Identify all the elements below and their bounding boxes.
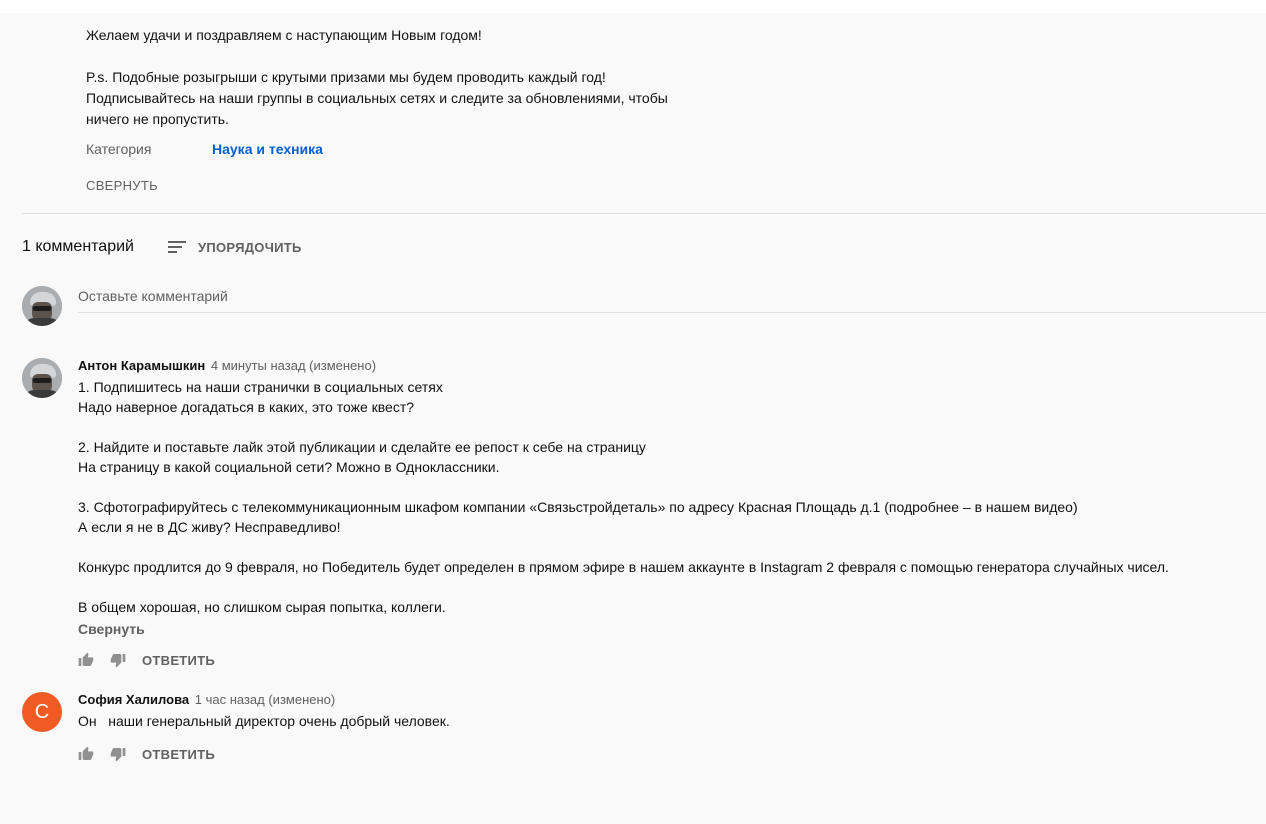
avatar-letter: С (34, 700, 50, 723)
comment-thread: Антон Карамышкин 4 минуты назад (изменен… (78, 357, 1258, 639)
sort-button[interactable]: УПОРЯДОЧИТЬ (167, 239, 302, 255)
comment-thread: София Халилова 1 час назад (изменено) Он… (78, 691, 1258, 731)
current-user-avatar[interactable] (22, 286, 62, 326)
description-line: ничего не пропустить. (86, 111, 229, 127)
category-label: Категория (86, 141, 152, 157)
reply-button[interactable]: ОТВЕТИТЬ (142, 747, 215, 762)
sort-label: УПОРЯДОЧИТЬ (197, 239, 302, 255)
collapse-description-button[interactable]: СВЕРНУТЬ (86, 178, 158, 193)
comment-line: В общем хорошая, но слишком сырая попытк… (78, 599, 446, 615)
comment-line: На страницу в какой социальной сети? Мож… (78, 459, 500, 475)
comment-header: Антон Карамышкин 4 минуты назад (изменен… (78, 357, 1258, 375)
comment-line: Конкурс продлится до 9 февраля, но Побед… (78, 559, 1169, 575)
divider (22, 213, 1266, 214)
description-line: Подписывайтесь на наши группы в социальн… (86, 90, 668, 106)
thumbs-up-icon[interactable] (78, 746, 94, 762)
comment-text: Он наши генеральный директор очень добры… (78, 711, 1258, 731)
comment-actions: ОТВЕТИТЬ (78, 650, 1258, 670)
comments-header: 1 комментарий УПОРЯДОЧИТЬ (22, 236, 302, 258)
comment-time[interactable]: 4 минуты назад (изменено) (211, 358, 376, 373)
collapse-comment-link[interactable]: Свернуть (78, 619, 1258, 639)
add-comment-input[interactable]: Оставьте комментарий (78, 286, 1266, 313)
comment-actions: ОТВЕТИТЬ (78, 744, 1258, 764)
video-description: Желаем удачи и поздравляем с наступающим… (86, 25, 726, 130)
comment-line: А если я не в ДС живу? Несправедливо! (78, 519, 341, 535)
thumbs-up-icon[interactable] (78, 652, 94, 668)
sort-icon (167, 240, 186, 254)
comment-author[interactable]: Антон Карамышкин (78, 358, 205, 373)
comment-author[interactable]: София Халилова (78, 692, 189, 707)
comment-line: 1. Подпишитесь на наши странички в социа… (78, 379, 443, 395)
comment-author-avatar[interactable] (22, 358, 62, 398)
comment-line: 2. Найдите и поставьте лайк этой публика… (78, 439, 646, 455)
top-strip (0, 0, 1266, 13)
add-comment-placeholder: Оставьте комментарий (78, 288, 228, 304)
description-line: Желаем удачи и поздравляем с наступающим… (86, 27, 482, 43)
comment-time[interactable]: 1 час назад (изменено) (195, 692, 335, 707)
thumbs-down-icon[interactable] (110, 652, 126, 668)
comment-count: 1 комментарий (22, 238, 134, 255)
category-link[interactable]: Наука и техника (212, 139, 323, 160)
comment-line: Он наши генеральный директор очень добры… (78, 713, 450, 729)
reply-button[interactable]: ОТВЕТИТЬ (142, 653, 215, 668)
description-line: P.s. Подобные розыгрыши с крутыми призам… (86, 69, 606, 85)
comment-line: 3. Сфотографируйтесь с телекоммуникацион… (78, 499, 1078, 515)
comment-text: 1. Подпишитесь на наши странички в социа… (78, 377, 1258, 617)
thumbs-down-icon[interactable] (110, 746, 126, 762)
comment-line: Надо наверное догадаться в каких, это то… (78, 399, 415, 415)
comment-header: София Халилова 1 час назад (изменено) (78, 691, 1258, 709)
comment-author-avatar[interactable]: С (22, 692, 62, 732)
